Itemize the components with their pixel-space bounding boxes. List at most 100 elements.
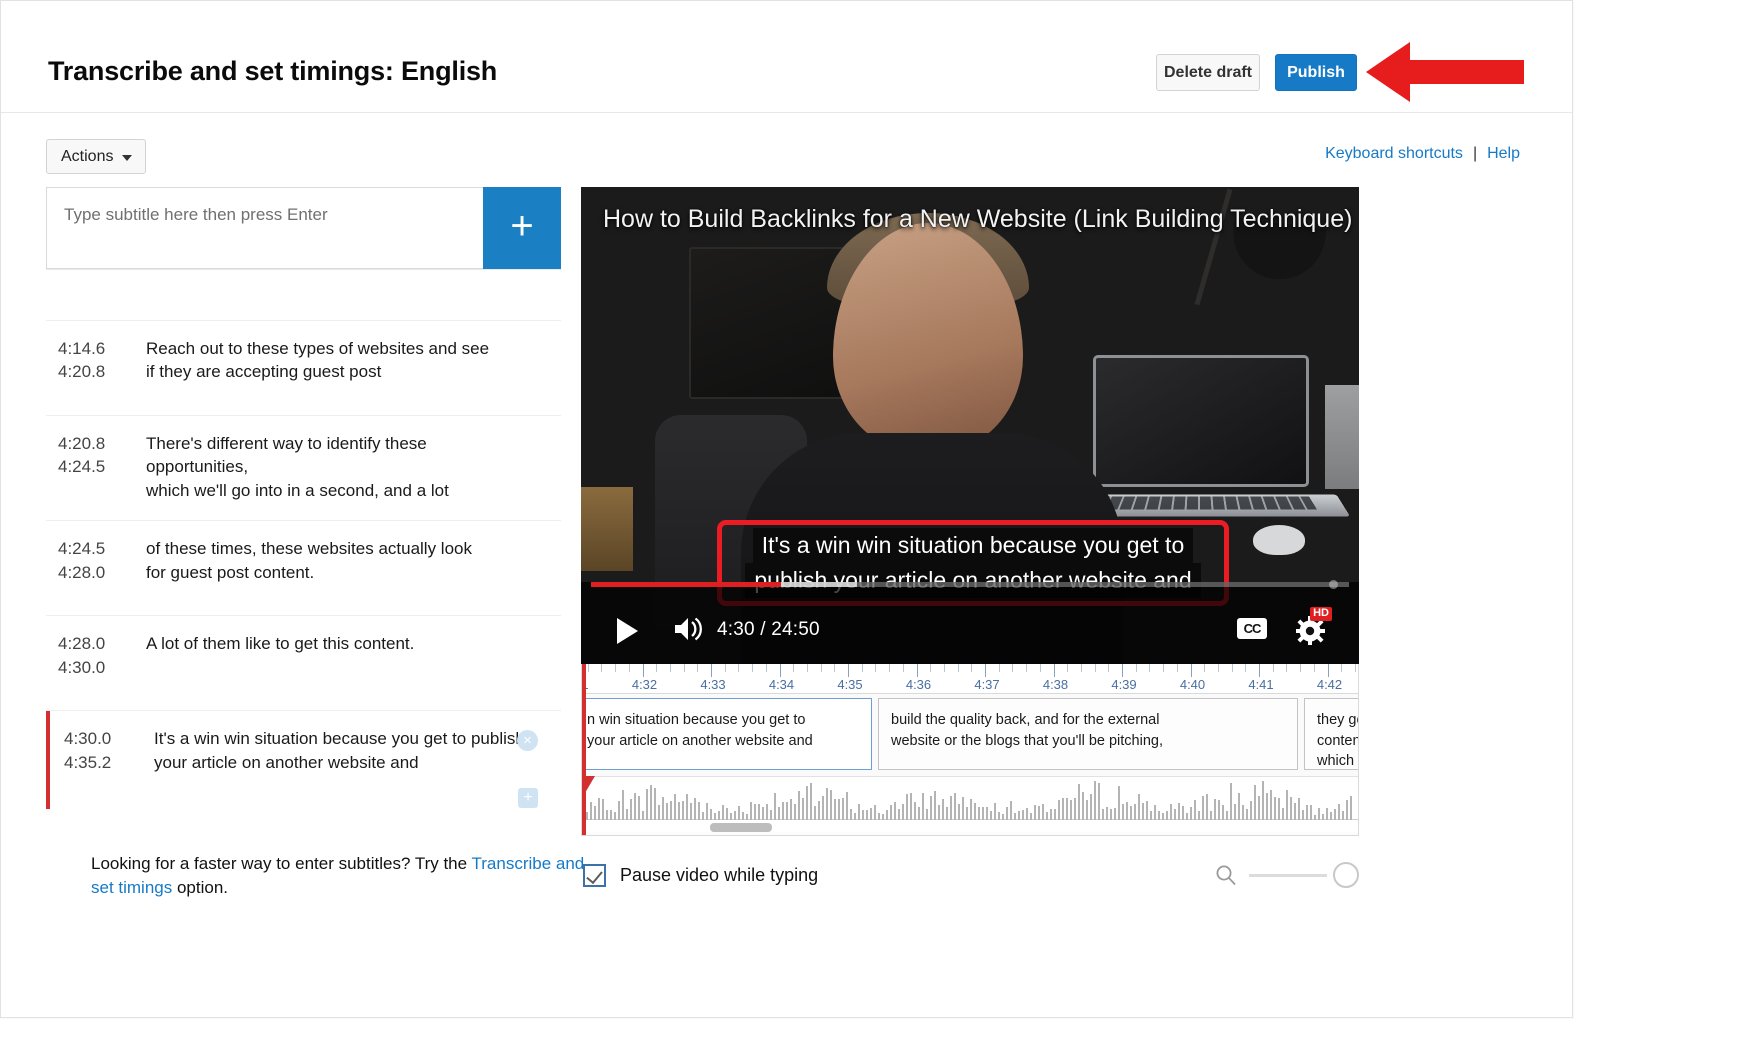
ruler-tick-minor (738, 664, 740, 672)
publish-button[interactable]: Publish (1275, 54, 1357, 91)
plus-icon[interactable]: + (518, 788, 538, 809)
cue-timings[interactable]: 4:14.6 4:20.8 (46, 337, 146, 397)
ruler-tick-minor (628, 664, 630, 672)
zoom-slider-track[interactable] (1249, 873, 1327, 877)
cue-start-time[interactable]: 4:14.6 (58, 337, 146, 360)
cue-text[interactable]: There's different way to identify these … (146, 432, 561, 502)
waveform-bar (966, 806, 968, 820)
timeline-cue-blocks[interactable]: n win situation because you get to your … (582, 694, 1358, 776)
cue-text[interactable]: niche. (146, 270, 561, 302)
checkbox-checked-icon[interactable] (583, 864, 606, 887)
cue-text[interactable]: It's a win win situation because you get… (150, 727, 561, 800)
help-links: Keyboard shortcuts | Help (1325, 145, 1520, 163)
waveform-bar (1350, 796, 1352, 820)
cue-timings[interactable]: 4:24.5 4:28.0 (46, 537, 146, 597)
cue-row[interactable]: 4:24.5 4:28.0 of these times, these websit… (46, 521, 561, 617)
delete-draft-button[interactable]: Delete draft (1156, 54, 1260, 91)
cue-text[interactable]: A lot of them like to get this content. (146, 632, 561, 692)
add-subtitle-button[interactable]: + (483, 187, 561, 269)
video-progress-bar[interactable] (591, 580, 1349, 589)
cue-end-time[interactable]: 4:30.0 (58, 656, 146, 679)
footnote-text-after: option. (172, 878, 229, 898)
waveform-bar (686, 794, 688, 820)
play-icon[interactable] (617, 618, 638, 644)
help-link[interactable]: Help (1487, 145, 1520, 163)
subtitle-timeline[interactable]: 4:314:324:334:344:354:364:374:384:394:40… (581, 664, 1359, 836)
cue-timings[interactable]: 4:28.0 4:30.0 (46, 632, 146, 692)
waveform-bar (654, 787, 656, 820)
video-title-overlay: How to Build Backlinks for a New Website… (603, 205, 1353, 233)
page-header: Transcribe and set timings: English Dele… (1, 1, 1572, 113)
cue-row-active[interactable]: 4:30.0 4:35.2 It's a win win situation bec… (46, 711, 561, 809)
cue-end-time[interactable]: 4:28.0 (58, 561, 146, 584)
waveform-bar (702, 811, 704, 820)
timeline-zoom-control[interactable] (1215, 862, 1359, 888)
video-progress-handle[interactable] (1329, 580, 1338, 589)
cue-end-time[interactable]: 4:24.5 (58, 455, 146, 478)
volume-icon[interactable] (673, 616, 703, 642)
actions-dropdown-button[interactable]: Actions (46, 139, 147, 174)
cue-start-time[interactable]: 4:28.0 (58, 632, 146, 655)
cue-row[interactable]: 4:28.0 4:30.0 A lot of them like to get th… (46, 616, 561, 712)
zoom-slider-handle[interactable] (1333, 862, 1359, 888)
cue-start-time[interactable]: 4:30.0 (64, 727, 150, 750)
waveform-bar (958, 803, 960, 820)
cue-row[interactable]: 4:14.6 4:20.8 Reach out to these types of … (46, 321, 561, 416)
waveform-bar (1174, 809, 1176, 820)
timeline-scrollbar[interactable] (710, 823, 772, 832)
cue-row[interactable]: 4:20.8 4:24.5 There's different way to ide… (46, 416, 561, 522)
waveform-bar (1334, 808, 1336, 820)
pause-while-typing-checkbox[interactable]: Pause video while typing (583, 864, 818, 887)
waveform-bar (1086, 799, 1088, 820)
ruler-tick-major (916, 664, 918, 677)
timeline-playhead[interactable] (582, 664, 586, 835)
waveform-bar (658, 804, 660, 820)
waveform-bar (974, 802, 976, 820)
waveform-bar (822, 795, 824, 820)
cue-end-time[interactable]: 4:35.2 (64, 751, 150, 774)
closed-captions-icon[interactable]: CC (1237, 618, 1267, 639)
waveform-bar (1214, 799, 1216, 820)
waveform-bar (1226, 810, 1228, 820)
ruler-tick-label: 4:40 (1179, 677, 1206, 692)
waveform-bar (1138, 793, 1140, 820)
cue-timings[interactable]: 4:14.6 (46, 270, 146, 302)
cue-timings[interactable]: 4:30.0 4:35.2 (50, 727, 150, 800)
cue-start-time[interactable]: 4:20.8 (58, 432, 146, 455)
ruler-tick-minor (1272, 664, 1274, 672)
waveform-bar (982, 807, 984, 820)
cue-start-time[interactable]: 4:14.6 (58, 270, 146, 271)
video-player[interactable]: How to Build Backlinks for a New Website… (581, 187, 1359, 664)
timeline-cue-block[interactable]: they get content which w (1304, 698, 1358, 770)
waveform-bar (1158, 810, 1160, 820)
timeline-cue-block-selected[interactable]: n win situation because you get to your … (582, 698, 872, 770)
cue-row[interactable]: 4:14.6niche. (46, 270, 561, 321)
waveform-bar (1058, 800, 1060, 820)
audio-waveform[interactable] (582, 776, 1358, 832)
cue-text[interactable]: Reach out to these types of websites and… (146, 337, 561, 397)
waveform-bar (1210, 811, 1212, 820)
cue-start-time[interactable]: 4:24.5 (58, 537, 146, 560)
waveform-bar (902, 803, 904, 820)
search-input subtitle-input[interactable] (46, 187, 483, 269)
waveform-bar (1146, 801, 1148, 820)
cue-end-time[interactable]: 4:20.8 (58, 360, 146, 383)
timeline-ruler[interactable]: 4:314:324:334:344:354:364:374:384:394:40… (582, 664, 1358, 694)
waveform-bar (1154, 804, 1156, 820)
waveform-bar (626, 808, 628, 820)
waveform-bar (878, 813, 880, 820)
ruler-tick-label: 4:34 (768, 677, 795, 692)
waveform-bar (1246, 808, 1248, 820)
waveform-bar (1198, 810, 1200, 820)
timeline-cue-block[interactable]: build the quality back, and for the exte… (878, 698, 1298, 770)
ruler-tick-minor (793, 664, 795, 672)
waveform-bar (1278, 797, 1280, 820)
waveform-bar (634, 792, 636, 820)
keyboard-shortcuts-link[interactable]: Keyboard shortcuts (1325, 145, 1463, 163)
ruler-tick-major (1327, 664, 1329, 677)
cue-timings[interactable]: 4:20.8 4:24.5 (46, 432, 146, 502)
waveform-bar (1242, 805, 1244, 820)
cue-text[interactable]: of these times, these websites actually … (146, 537, 561, 597)
cue-list[interactable]: 4:14.6niche.4:14.64:20.8Reach out to the… (46, 269, 561, 809)
timeline-bottom-controls: Pause video while typing (581, 862, 1359, 904)
